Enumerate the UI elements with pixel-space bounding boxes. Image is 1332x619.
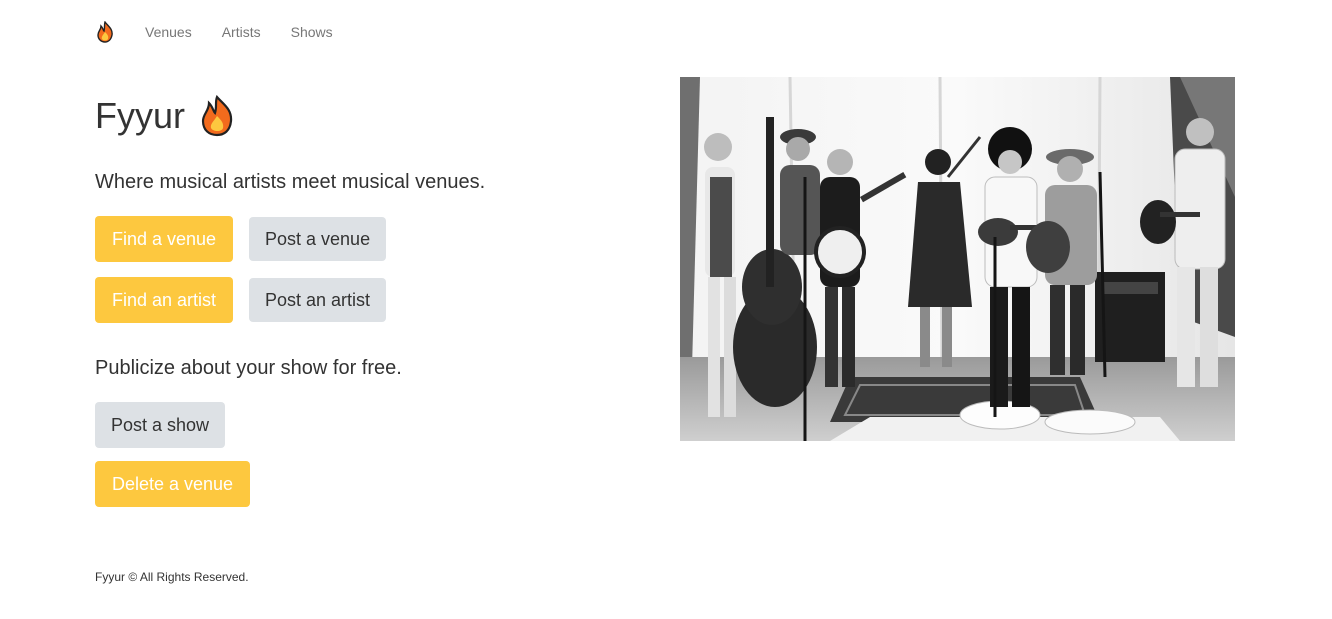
find-artist-button[interactable]: Find an artist <box>95 277 233 323</box>
flame-icon <box>199 94 235 137</box>
nav-link-shows[interactable]: Shows <box>291 20 333 44</box>
flame-icon <box>97 20 113 43</box>
nav-link-artists[interactable]: Artists <box>222 20 261 44</box>
delete-venue-button[interactable]: Delete a venue <box>95 461 250 507</box>
tagline: Where musical artists meet musical venue… <box>95 171 486 193</box>
page-title-text: Fyyur <box>95 95 185 136</box>
post-artist-button[interactable]: Post an artist <box>249 278 386 322</box>
band-photo-illustration <box>680 77 1235 441</box>
find-venue-button[interactable]: Find a venue <box>95 216 233 262</box>
page-title: Fyyur <box>95 93 235 139</box>
brand-flame-icon[interactable] <box>95 20 115 43</box>
hero-photo <box>680 77 1235 441</box>
post-show-button[interactable]: Post a show <box>95 402 225 448</box>
page: Venues Artists Shows Fyyur Where musical… <box>0 0 1332 619</box>
nav-link-venues[interactable]: Venues <box>145 20 192 44</box>
publicize-text: Publicize about your show for free. <box>95 357 402 379</box>
post-venue-button[interactable]: Post a venue <box>249 217 386 261</box>
navbar: Venues Artists Shows <box>95 20 363 44</box>
footer: Fyyur © All Rights Reserved. <box>95 570 249 584</box>
